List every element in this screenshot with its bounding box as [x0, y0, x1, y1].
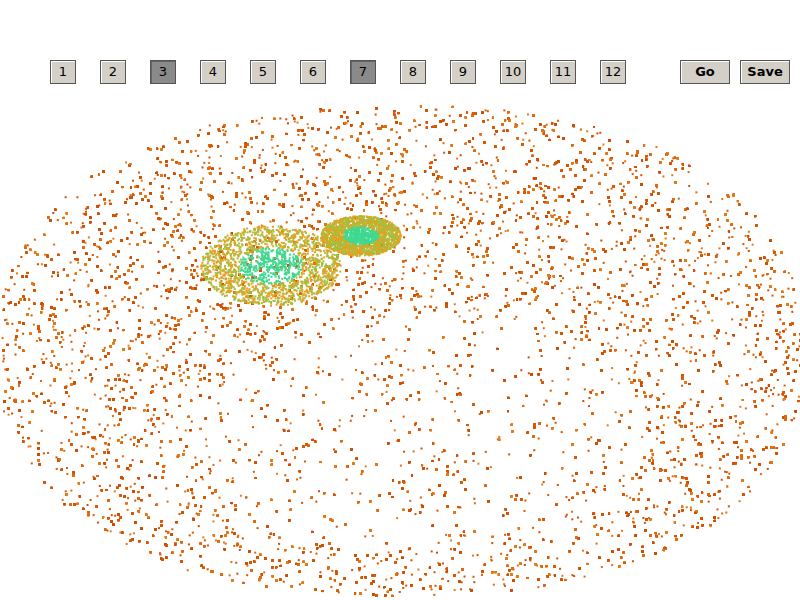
slice-button[interactable]: 12 — [600, 60, 626, 84]
slice-button[interactable]: 8 — [400, 60, 426, 84]
go-button[interactable]: Go — [680, 60, 730, 84]
slice-button[interactable]: 11 — [550, 60, 576, 84]
slice-button[interactable]: 5 — [250, 60, 276, 84]
action-buttons: Go Save — [680, 60, 790, 84]
save-button[interactable]: Save — [740, 60, 790, 84]
slice-button[interactable]: 2 — [100, 60, 126, 84]
toolbar: 123456789101112 GoSave — [0, 0, 800, 84]
slice-button[interactable]: 1 — [50, 60, 76, 84]
slice-button[interactable]: 6 — [300, 60, 326, 84]
slice-button[interactable]: 9 — [450, 60, 476, 84]
slice-button[interactable]: 7 — [350, 60, 376, 84]
point-cloud-view[interactable] — [0, 100, 800, 600]
slice-buttons: 123456789101112 — [50, 60, 626, 84]
slice-button[interactable]: 3 — [150, 60, 176, 84]
slice-button[interactable]: 10 — [500, 60, 526, 84]
slice-button[interactable]: 4 — [200, 60, 226, 84]
